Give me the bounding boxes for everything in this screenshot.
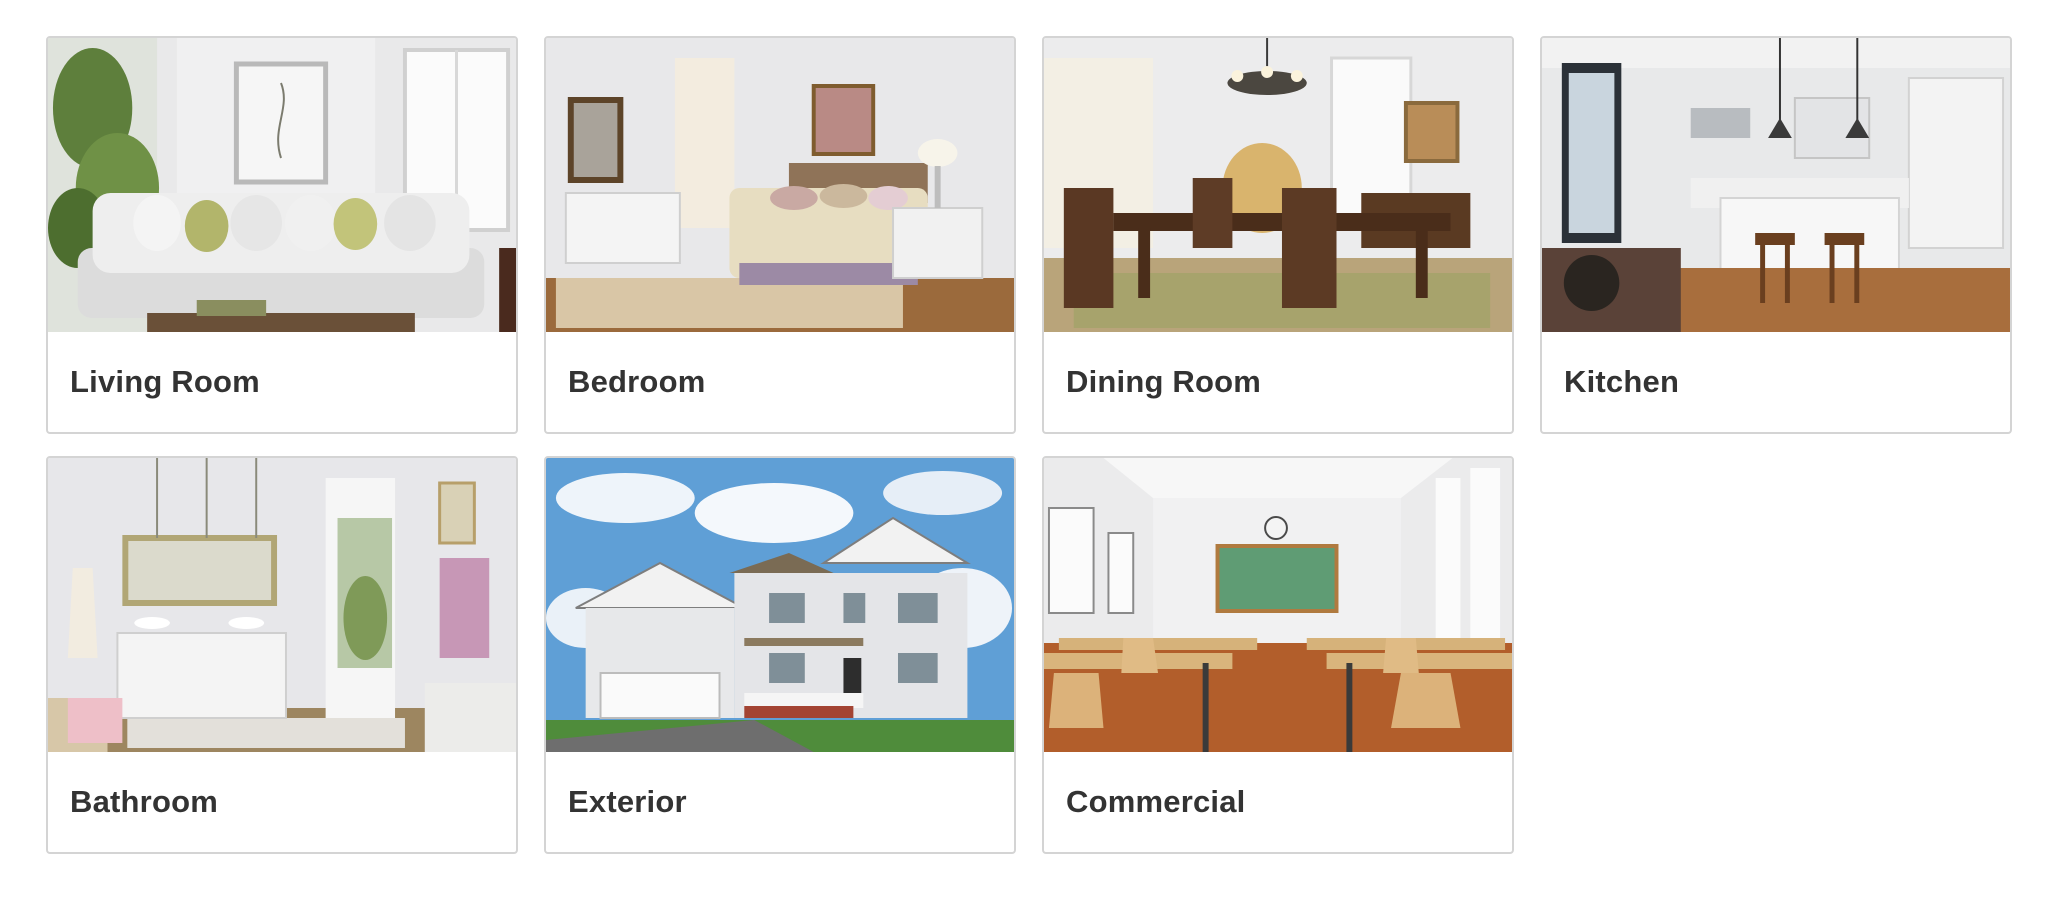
category-card-bedroom[interactable]: Bedroom xyxy=(544,36,1016,434)
living-room-photo[interactable] xyxy=(48,38,516,332)
room-category-grid: Living Room Bedroom Dining Room Kitchen … xyxy=(46,36,2012,854)
category-card-commercial[interactable]: Commercial xyxy=(1042,456,1514,854)
category-label: Kitchen xyxy=(1564,364,1680,399)
category-card-bathroom[interactable]: Bathroom xyxy=(46,456,518,854)
commercial-photo[interactable] xyxy=(1044,458,1512,752)
category-label: Commercial xyxy=(1066,784,1246,819)
kitchen-photo[interactable] xyxy=(1542,38,2010,332)
category-label: Bedroom xyxy=(568,364,706,399)
category-card-kitchen[interactable]: Kitchen xyxy=(1540,36,2012,434)
category-label: Bathroom xyxy=(70,784,218,819)
category-label: Exterior xyxy=(568,784,687,819)
category-card-living-room[interactable]: Living Room xyxy=(46,36,518,434)
category-card-exterior[interactable]: Exterior xyxy=(544,456,1016,854)
exterior-photo[interactable] xyxy=(546,458,1014,752)
bathroom-photo[interactable] xyxy=(48,458,516,752)
category-label: Living Room xyxy=(70,364,260,399)
category-card-dining-room[interactable]: Dining Room xyxy=(1042,36,1514,434)
dining-room-photo[interactable] xyxy=(1044,38,1512,332)
bedroom-photo[interactable] xyxy=(546,38,1014,332)
category-label: Dining Room xyxy=(1066,364,1262,399)
